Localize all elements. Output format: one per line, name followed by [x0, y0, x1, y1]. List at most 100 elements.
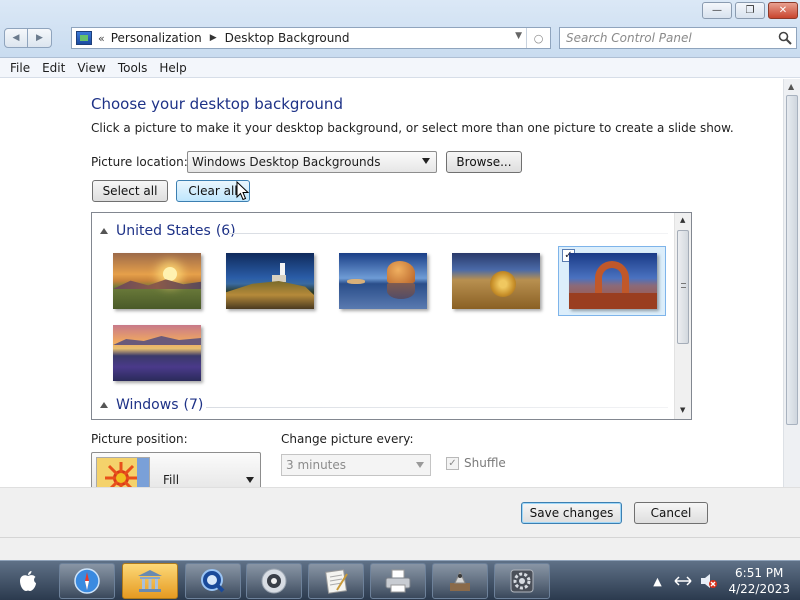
text-editor-icon	[325, 569, 348, 594]
thumbnail-sunset-prairie[interactable]	[102, 246, 210, 316]
picture-location-label: Picture location:	[91, 155, 188, 169]
refresh-icon: ○	[533, 31, 544, 45]
network-icon[interactable]	[674, 572, 692, 590]
picture-location-value: Windows Desktop Backgrounds	[192, 155, 381, 169]
show-hidden-icons-icon[interactable]: ▲	[648, 572, 666, 590]
mouse-cursor-icon	[236, 181, 250, 201]
maximize-button[interactable]: ❐	[735, 2, 765, 19]
breadcrumb-overflow[interactable]: «	[98, 32, 105, 45]
cancel-button[interactable]: Cancel	[634, 502, 708, 524]
library-building-icon	[138, 570, 162, 592]
menu-view[interactable]: View	[71, 61, 111, 75]
gear-icon	[510, 569, 534, 593]
taskbar-library[interactable]	[122, 563, 178, 599]
back-button[interactable]: ◀	[4, 28, 28, 48]
apple-icon	[20, 571, 36, 591]
taskbar-printer[interactable]	[370, 563, 426, 599]
dropdown-arrow-icon	[416, 462, 424, 468]
group-divider	[228, 233, 668, 234]
group-count: (6)	[215, 223, 236, 239]
picture-position-dropdown[interactable]: Fill	[91, 452, 261, 492]
menu-tools[interactable]: Tools	[112, 61, 154, 75]
thumbnail-rock-lake[interactable]	[328, 246, 436, 316]
search-box[interactable]: Search Control Panel	[559, 27, 797, 49]
breadcrumb-personalization[interactable]: Personalization	[111, 31, 202, 45]
shuffle-label: Shuffle	[464, 456, 506, 470]
close-button[interactable]: ✕	[768, 2, 798, 19]
system-tray: ▲ 6:51 PM 4/22/2023	[644, 561, 800, 600]
clock-date: 4/22/2023	[728, 582, 790, 596]
thumbnail-image	[569, 253, 657, 309]
taskbar: ▲ 6:51 PM 4/22/2023	[0, 560, 800, 600]
save-changes-button[interactable]: Save changes	[521, 502, 622, 524]
change-picture-dropdown[interactable]: 3 minutes	[281, 454, 431, 476]
dropdown-arrow-icon	[246, 477, 254, 483]
grip-icon	[681, 283, 686, 288]
menu-help[interactable]: Help	[153, 61, 192, 75]
collapse-icon[interactable]	[100, 402, 108, 408]
scroll-up-icon[interactable]: ▲	[680, 216, 685, 224]
taskbar-safari[interactable]	[59, 563, 115, 599]
scroll-up-icon[interactable]: ▲	[788, 82, 794, 91]
dropdown-arrow-icon	[422, 158, 430, 164]
start-button[interactable]	[8, 568, 48, 594]
thumbnail-image	[113, 253, 201, 309]
address-dropdown-icon[interactable]: ▼	[515, 31, 522, 41]
taskbar-preview[interactable]	[432, 563, 488, 599]
page-scrollbar[interactable]: ▲	[783, 79, 800, 487]
forward-button[interactable]: ▶	[28, 28, 52, 48]
change-picture-value: 3 minutes	[286, 458, 347, 472]
status-divider	[0, 537, 800, 538]
footer-bar: Save changes Cancel	[0, 487, 800, 560]
menu-file[interactable]: File	[4, 61, 36, 75]
thumbnail-delicate-arch[interactable]: ✓	[558, 246, 666, 316]
menu-bar: File Edit View Tools Help	[0, 58, 800, 78]
quicktime-icon	[201, 569, 225, 593]
address-bar[interactable]: « Personalization ▶ Desktop Background ▼…	[71, 27, 551, 49]
shuffle-checkbox[interactable]: ✓	[446, 456, 459, 470]
page-subtitle: Click a picture to make it your desktop …	[91, 121, 734, 135]
page-title: Choose your desktop background	[91, 95, 343, 113]
search-input[interactable]: Search Control Panel	[560, 31, 774, 45]
picture-location-dropdown[interactable]: Windows Desktop Backgrounds	[187, 151, 437, 173]
thumbnail-lighthouse-coast[interactable]	[215, 246, 323, 316]
gallery-scroll-thumb[interactable]	[677, 230, 689, 344]
taskbar-quicktime[interactable]	[185, 563, 241, 599]
dvd-disc-icon	[261, 568, 287, 594]
clock[interactable]: 6:51 PM 4/22/2023	[728, 565, 790, 597]
menu-edit[interactable]: Edit	[36, 61, 71, 75]
shuffle-option[interactable]: ✓ Shuffle	[446, 456, 506, 470]
taskbar-dvd-player[interactable]	[246, 563, 302, 599]
change-picture-label: Change picture every:	[281, 432, 414, 446]
breadcrumb-arrow-icon[interactable]: ▶	[210, 33, 217, 43]
taskbar-text-editor[interactable]	[308, 563, 364, 599]
thumbnail-hay-bale[interactable]	[441, 246, 549, 316]
picture-position-value: Fill	[163, 473, 180, 487]
background-gallery[interactable]: United States (6) Windows (7) ▲ ▼	[91, 212, 692, 420]
gallery-scrollbar[interactable]: ▲ ▼	[674, 213, 691, 419]
thumbnail-image	[339, 253, 427, 309]
forward-arrow-icon: ▶	[36, 33, 43, 43]
refresh-button[interactable]: ○	[526, 28, 550, 48]
volume-muted-icon[interactable]	[700, 572, 718, 590]
minimize-button[interactable]: —	[702, 2, 732, 19]
thumbnail-image	[452, 253, 540, 309]
scroll-down-icon[interactable]: ▼	[680, 406, 685, 414]
thumbnail-image	[113, 325, 201, 381]
taskbar-system-preferences[interactable]	[494, 563, 550, 599]
browse-button[interactable]: Browse...	[446, 151, 522, 173]
picture-position-label: Picture position:	[91, 432, 188, 446]
group-name: United States	[116, 223, 211, 239]
select-all-button[interactable]: Select all	[92, 180, 168, 202]
window-controls: — ❐ ✕	[702, 2, 798, 19]
thumbnail-lupine-lake[interactable]	[102, 318, 210, 388]
group-header-united-states[interactable]: United States (6)	[100, 223, 236, 239]
thumbnail-image	[226, 253, 314, 309]
control-panel-icon	[76, 31, 92, 45]
group-header-windows[interactable]: Windows (7)	[100, 397, 203, 413]
breadcrumb-desktop-background[interactable]: Desktop Background	[225, 31, 350, 45]
page-scroll-thumb[interactable]	[786, 95, 798, 425]
collapse-icon[interactable]	[100, 228, 108, 234]
search-icon[interactable]	[774, 31, 796, 45]
title-bar: — ❐ ✕ ◀ ▶ « Personalization ▶ Desktop Ba…	[0, 0, 800, 58]
